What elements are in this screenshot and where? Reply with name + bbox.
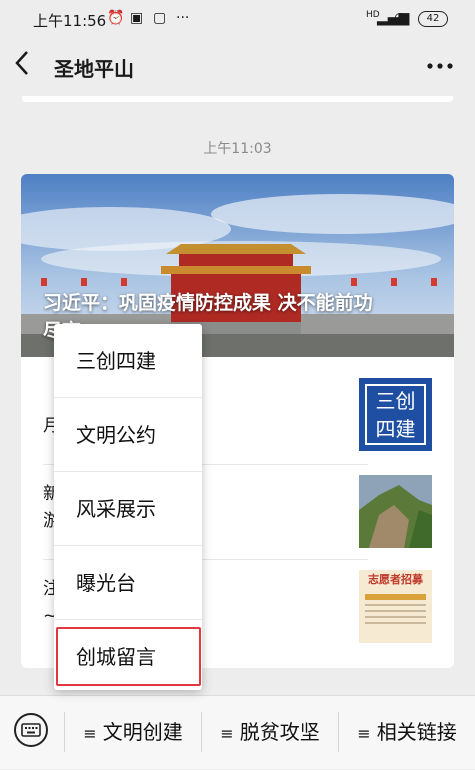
- more-horizontal-icon[interactable]: [427, 50, 453, 75]
- menu-label: 文明创建: [102, 720, 183, 744]
- alarm-clock-icon: ⏰: [107, 10, 125, 26]
- keyboard-icon[interactable]: [14, 713, 48, 747]
- menu-tuopin-gongjian[interactable]: ≡ 脱贫攻坚: [203, 696, 337, 769]
- submenu-item-fengcai[interactable]: 风采展示: [54, 472, 202, 546]
- more-notifications-indicator: ···: [176, 10, 190, 26]
- menu-label: 脱贫攻坚: [239, 720, 320, 744]
- status-bar: 上午11:56 ⏰ ▣ ▢ ··· HD ▂▄▆ ◠ 42: [0, 0, 475, 38]
- article-thumbnail-sanchuang[interactable]: 三创四建: [359, 378, 432, 451]
- battery-icon: 42: [418, 11, 448, 27]
- wifi-icon: ◠: [394, 10, 407, 26]
- previous-card-edge: [22, 96, 453, 102]
- status-time: 上午11:56: [33, 12, 107, 30]
- menu-lines-icon: ≡: [357, 724, 371, 743]
- thumbnail-banner: [365, 594, 426, 600]
- chevron-left-icon[interactable]: [14, 50, 30, 81]
- menu-divider: [201, 712, 202, 752]
- submenu-item-wenming-gongyue[interactable]: 文明公约: [54, 398, 202, 472]
- thumbnail-text: 三创四建: [365, 384, 426, 445]
- bottom-menu-bar: ≡ 文明创建 ≡ 脱贫攻坚 ≡ 相关链接: [0, 695, 475, 769]
- submenu-item-sanchuang[interactable]: 三创四建: [54, 324, 202, 398]
- navbar: 圣地平山: [0, 38, 475, 94]
- app-notification-icon: ▣: [130, 10, 144, 26]
- menu-wenming-chuangjian[interactable]: ≡ 文明创建: [66, 696, 200, 769]
- thumbnail-text: 志愿者招募: [368, 573, 423, 586]
- article-thumbnail-volunteer[interactable]: 志愿者招募: [359, 570, 432, 643]
- menu-lines-icon: ≡: [83, 724, 97, 743]
- submenu-item-baoguangtai[interactable]: 曝光台: [54, 546, 202, 620]
- thumbnail-line: [365, 610, 426, 612]
- menu-xiangguan-lianjie[interactable]: ≡ 相关链接: [340, 696, 474, 769]
- message-timestamp: 上午11:03: [203, 141, 272, 157]
- calendar-icon: ▢: [153, 10, 167, 26]
- thumbnail-line: [365, 604, 426, 606]
- article-thumbnail-mountain[interactable]: [359, 475, 432, 548]
- hero-title: 习近平：巩固疫情防控成果 决不能前功: [43, 292, 373, 314]
- menu-label: 相关链接: [376, 720, 457, 744]
- menu-lines-icon: ≡: [220, 724, 234, 743]
- menu-divider: [64, 712, 65, 752]
- menu-divider: [338, 712, 339, 752]
- page-title: 圣地平山: [54, 57, 134, 81]
- highlight-box: [56, 627, 201, 686]
- thumbnail-line: [365, 622, 426, 624]
- thumbnail-line: [365, 616, 426, 618]
